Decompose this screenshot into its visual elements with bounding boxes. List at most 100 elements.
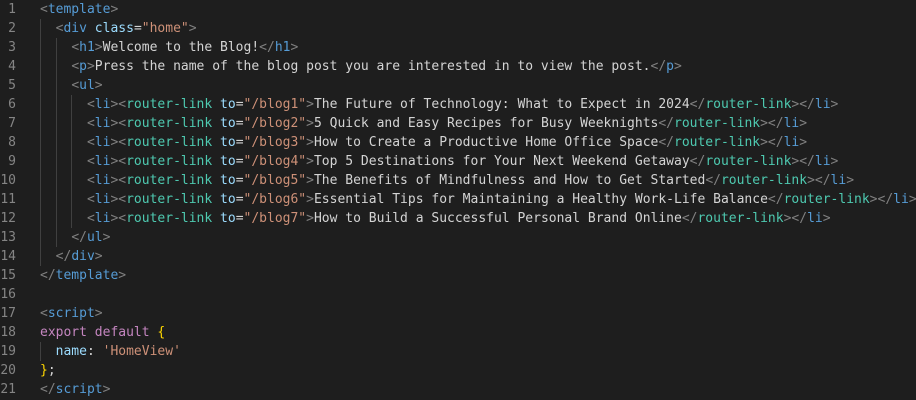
code-line[interactable]: 4 <p>Press the name of the blog post you… [0,57,916,76]
code-line[interactable]: 18 export default { [0,323,916,342]
code-line[interactable]: 19 name: 'HomeView' [0,342,916,361]
line-number: 10 [0,173,16,188]
code-editor[interactable]: 1 <template> 2 <div class="home"> 3 <h1>Wel… [0,0,916,400]
code-line[interactable]: 14 </div> [0,247,916,266]
code-token: li [94,154,111,169]
code-token: name [55,344,87,359]
code-text: <div class="home"> [40,19,197,38]
code-token: > [830,154,839,169]
code-token: to [220,154,236,169]
code-token: </ [877,192,894,207]
code-token: < [118,135,127,150]
line-number: 21 [0,382,16,397]
code-token: > [869,192,878,207]
code-token: li [830,173,847,188]
code-line[interactable]: 20}; [0,361,916,380]
line-number: 8 [8,135,16,150]
code-token: < [86,211,95,226]
code-line[interactable]: 12 <li><router-link to="/blog7">How to B… [0,209,916,228]
code-token: router-link [674,135,761,150]
code-token: div [71,249,95,264]
code-token: < [71,78,80,93]
line-number: 3 [8,40,16,55]
code-token: The Benefits of Mindfulness and How to G… [313,173,706,188]
line-number: 16 [0,287,16,302]
code-token: </ [40,382,56,397]
code-text: </ul> [40,228,110,247]
code-token: li [94,173,111,188]
code-token: "/blog2" [243,116,307,131]
code-token: </ [658,135,674,150]
code-token: > [306,211,314,226]
code-text: <li><router-link to="/blog5">The Benefit… [40,171,854,190]
code-token: > [807,173,815,188]
code-token: ul [86,230,103,245]
code-line[interactable]: 17 <script> [0,304,916,323]
code-token: < [118,154,127,169]
code-text: <li><router-link to="/blog2">5 Quick and… [40,114,807,133]
code-token: = [235,154,244,169]
code-token: h1 [274,40,291,55]
code-token: < [86,154,95,169]
code-token: p [79,59,87,74]
code-line[interactable]: 11 <li><router-link to="/blog6">Essentia… [0,190,916,209]
code-token: > [822,211,831,226]
code-token: > [94,78,103,93]
code-token: router-link [720,173,808,188]
code-token: } [40,363,48,378]
code-token: The Future of Technology: What to Expect… [313,97,690,112]
code-token: "/blog7" [243,211,307,226]
code-line[interactable]: 6 <li><router-link to="/blog1">The Futur… [0,95,916,114]
code-token: < [86,97,95,112]
code-text: <li><router-link to="/blog3">How to Crea… [40,133,807,152]
code-token: </ [681,211,698,226]
code-token: < [40,306,48,321]
code-text: <li><router-link to="/blog1">The Future … [40,95,838,114]
code-token: </ [259,40,275,55]
code-token: li [814,97,831,112]
code-line[interactable]: 8 <li><router-link to="/blog3">How to Cr… [0,133,916,152]
code-token: > [306,192,314,207]
code-line[interactable]: 3 <h1>Welcome to the Blog!</h1> [0,38,916,57]
code-text: <template> [40,0,118,19]
code-line[interactable]: 16 [0,285,916,304]
code-token: = [235,192,244,207]
code-line[interactable]: 15 </template> [0,266,916,285]
code-token: li [94,97,111,112]
code-token: li [807,211,823,226]
code-token: > [102,382,111,397]
line-number: 6 [8,97,16,112]
code-token: "/blog5" [243,173,307,188]
code-token: > [118,268,127,283]
code-line[interactable]: 9 <li><router-link to="/blog4">Top 5 Des… [0,152,916,171]
code-line[interactable]: 7 <li><router-link to="/blog2">5 Quick a… [0,114,916,133]
code-token: "/blog1" [243,97,307,112]
code-token: > [94,249,103,264]
code-token: < [118,192,127,207]
line-number: 14 [0,249,16,264]
code-token: { [157,325,166,340]
code-token: = [235,135,244,150]
code-line[interactable]: 21 </script> [0,380,916,399]
code-token: "/blog6" [243,192,307,207]
code-line[interactable]: 2 <div class="home"> [0,19,916,38]
code-token: to [220,173,236,188]
code-token: = [235,97,244,112]
code-line[interactable]: 10 <li><router-link to="/blog5">The Bene… [0,171,916,190]
code-token: "/blog4" [243,154,307,169]
code-token: How to Create a Productive Home Office S… [313,135,659,150]
code-token: script [47,306,95,321]
code-line[interactable]: 1 <template> [0,0,916,19]
code-line[interactable]: 5 <ul> [0,76,916,95]
code-token: > [188,21,197,36]
code-token: < [86,192,95,207]
code-line[interactable]: 13 </ul> [0,228,916,247]
code-token: default [94,325,150,340]
code-token: > [86,59,95,74]
code-token: div [63,21,87,36]
